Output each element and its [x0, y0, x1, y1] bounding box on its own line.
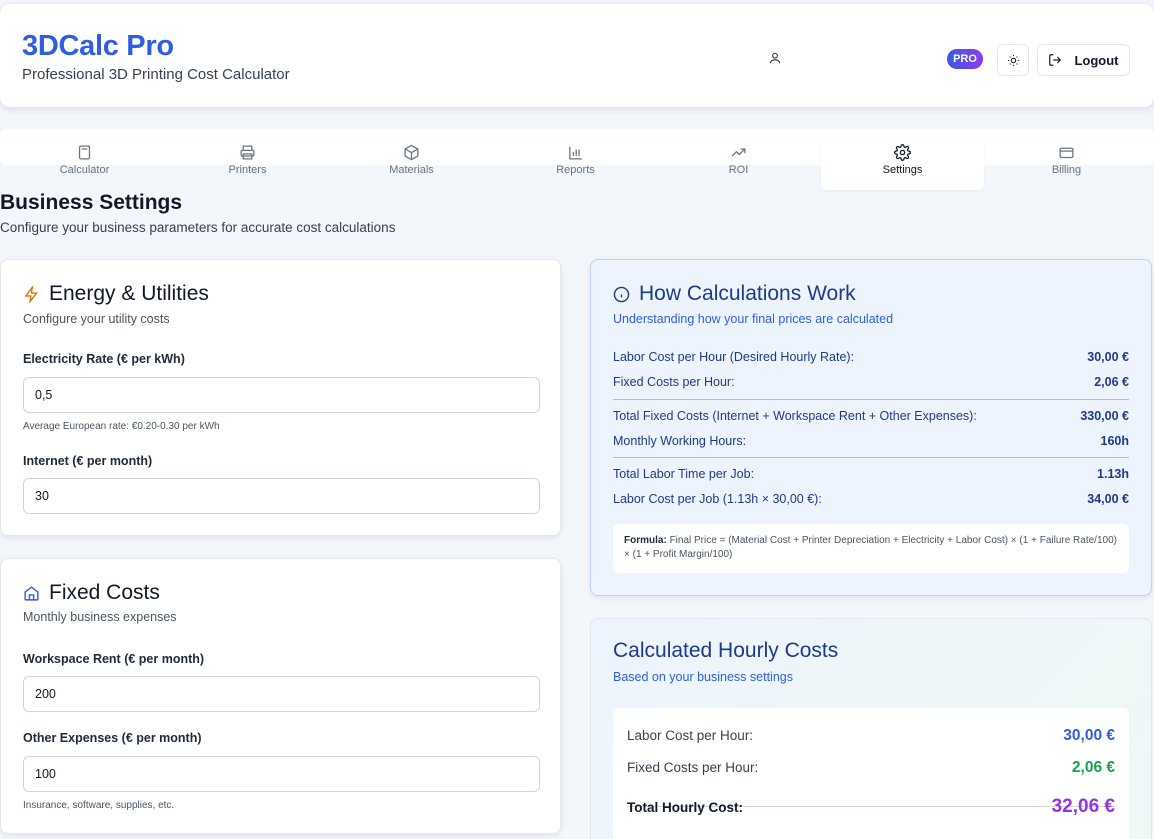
credit-card-icon — [1059, 147, 1074, 159]
rent-label: Workspace Rent (€ per month) — [23, 652, 205, 666]
app-header: 3DCalc Pro Professional 3D Printing Cost… — [0, 4, 1154, 107]
divider — [613, 457, 1129, 458]
logout-icon — [1049, 54, 1062, 66]
calc-row-label: Total Labor Time per Job: — [613, 467, 755, 481]
tab-reports[interactable]: Reports — [494, 137, 657, 190]
total-cost-value: 32,06 € — [1051, 796, 1115, 817]
other-expenses-hint: Insurance, software, supplies, etc. — [23, 800, 175, 811]
app-title: 3DCalc Pro — [22, 30, 174, 62]
gear-icon — [894, 144, 911, 161]
calc-row: Fixed Costs per Hour: 2,06 € — [613, 375, 1129, 389]
fixed-cost-label: Fixed Costs per Hour: — [627, 760, 759, 775]
hourly-title: Calculated Hourly Costs — [613, 639, 839, 662]
tab-label: Settings — [882, 164, 923, 176]
energy-title-text: Energy & Utilities — [49, 282, 209, 305]
calc-row-value: 34,00 € — [1087, 492, 1129, 506]
fixed-cost-value: 2,06 € — [1071, 759, 1115, 776]
calc-row-label: Monthly Working Hours: — [613, 434, 747, 448]
fixed-costs-card: Fixed Costs Monthly business expenses Wo… — [0, 558, 561, 834]
tab-settings[interactable]: Settings — [821, 137, 984, 190]
labor-cost-label: Labor Cost per Hour: — [627, 728, 754, 743]
calc-row: Total Fixed Costs (Internet + Workspace … — [613, 409, 1129, 423]
logout-button[interactable]: Logout — [1037, 44, 1130, 76]
other-expenses-input[interactable]: 100 — [23, 756, 540, 792]
page-subtitle: Configure your business parameters for a… — [0, 220, 396, 235]
app-subtitle: Professional 3D Printing Cost Calculator — [22, 66, 290, 83]
energy-desc: Configure your utility costs — [23, 312, 170, 326]
calc-row-value: 330,00 € — [1080, 409, 1129, 423]
calc-row-value: 1.13h — [1097, 467, 1129, 481]
box-icon — [404, 144, 419, 161]
calculator-icon — [78, 145, 91, 160]
other-expenses-label: Other Expenses (€ per month) — [23, 731, 202, 745]
electricity-label: Electricity Rate (€ per kWh) — [23, 352, 185, 366]
tab-materials[interactable]: Materials — [330, 137, 493, 190]
how-title: How Calculations Work — [613, 282, 856, 306]
fixed-costs-desc: Monthly business expenses — [23, 610, 177, 624]
electricity-rate-input[interactable]: 0,5 — [23, 377, 540, 413]
divider — [613, 399, 1129, 400]
tab-calculator[interactable]: Calculator — [3, 137, 166, 190]
total-cost-row: Total Hourly Cost: 32,06 € — [627, 796, 1115, 817]
hourly-costs-card: Calculated Hourly Costs Based on your bu… — [590, 618, 1152, 839]
sun-icon — [1007, 54, 1019, 66]
calc-row-label: Total Fixed Costs (Internet + Workspace … — [613, 409, 977, 423]
tab-roi[interactable]: ROI — [657, 137, 820, 190]
energy-card: Energy & Utilities Configure your utilit… — [0, 259, 561, 536]
tab-printers[interactable]: Printers — [166, 137, 329, 190]
internet-input[interactable]: 30 — [23, 478, 540, 514]
how-calculations-card: How Calculations Work Understanding how … — [590, 259, 1152, 596]
calc-row-label: Fixed Costs per Hour: — [613, 375, 735, 389]
lightning-icon — [24, 285, 38, 303]
formula-label: Formula: — [624, 535, 667, 546]
page-title: Business Settings — [0, 191, 183, 214]
calc-row-label: Labor Cost per Job (1.13h × 30,00 €): — [613, 492, 822, 506]
calc-row: Labor Cost per Job (1.13h × 30,00 €): 34… — [613, 492, 1129, 506]
user-icon[interactable] — [768, 51, 782, 65]
labor-cost-value: 30,00 € — [1063, 727, 1115, 744]
trending-up-icon — [731, 148, 746, 157]
hourly-summary: Labor Cost per Hour: 30,00 € Fixed Costs… — [613, 708, 1129, 839]
tab-label: ROI — [728, 164, 749, 176]
calc-row-value: 160h — [1100, 434, 1130, 448]
tab-label: Calculator — [59, 164, 110, 176]
info-icon — [613, 286, 630, 302]
calc-row: Monthly Working Hours: 160h — [613, 434, 1129, 448]
calc-row-label: Labor Cost per Hour (Desired Hourly Rate… — [613, 350, 855, 364]
tab-label: Printers — [228, 164, 267, 176]
formula-box: Formula: Final Price = (Material Cost + … — [613, 524, 1129, 573]
formula-text: Final Price = (Material Cost + Printer D… — [624, 535, 1117, 560]
calc-row-value: 2,06 € — [1094, 375, 1129, 389]
calc-row-value: 30,00 € — [1087, 350, 1129, 364]
workspace-rent-input[interactable]: 200 — [23, 676, 540, 712]
tab-label: Materials — [389, 164, 434, 176]
tab-billing[interactable]: Billing — [985, 137, 1148, 190]
how-title-text: How Calculations Work — [639, 282, 856, 305]
logout-label: Logout — [1074, 52, 1119, 68]
hourly-subtitle: Based on your business settings — [613, 670, 793, 684]
fixed-cost-row: Fixed Costs per Hour: 2,06 € — [627, 759, 1115, 776]
total-cost-label: Total Hourly Cost: — [627, 800, 743, 815]
theme-toggle-button[interactable] — [997, 44, 1029, 76]
fixed-costs-title: Fixed Costs — [23, 581, 160, 605]
electricity-hint: Average European rate: €0.20-0.30 per kW… — [23, 421, 220, 432]
printer-icon — [240, 145, 255, 160]
calc-row: Total Labor Time per Job: 1.13h — [613, 467, 1129, 481]
energy-title: Energy & Utilities — [23, 282, 209, 306]
home-icon — [24, 585, 39, 601]
internet-label: Internet (€ per month) — [23, 454, 153, 468]
tab-label: Reports — [556, 164, 595, 176]
bar-chart-icon — [569, 146, 582, 160]
pro-badge: PRO — [947, 49, 983, 69]
fixed-costs-title-text: Fixed Costs — [49, 581, 160, 604]
how-subtitle: Understanding how your final prices are … — [613, 312, 894, 326]
tab-label: Billing — [1051, 164, 1082, 176]
labor-cost-row: Labor Cost per Hour: 30,00 € — [627, 727, 1115, 744]
calc-row: Labor Cost per Hour (Desired Hourly Rate… — [613, 350, 1129, 364]
